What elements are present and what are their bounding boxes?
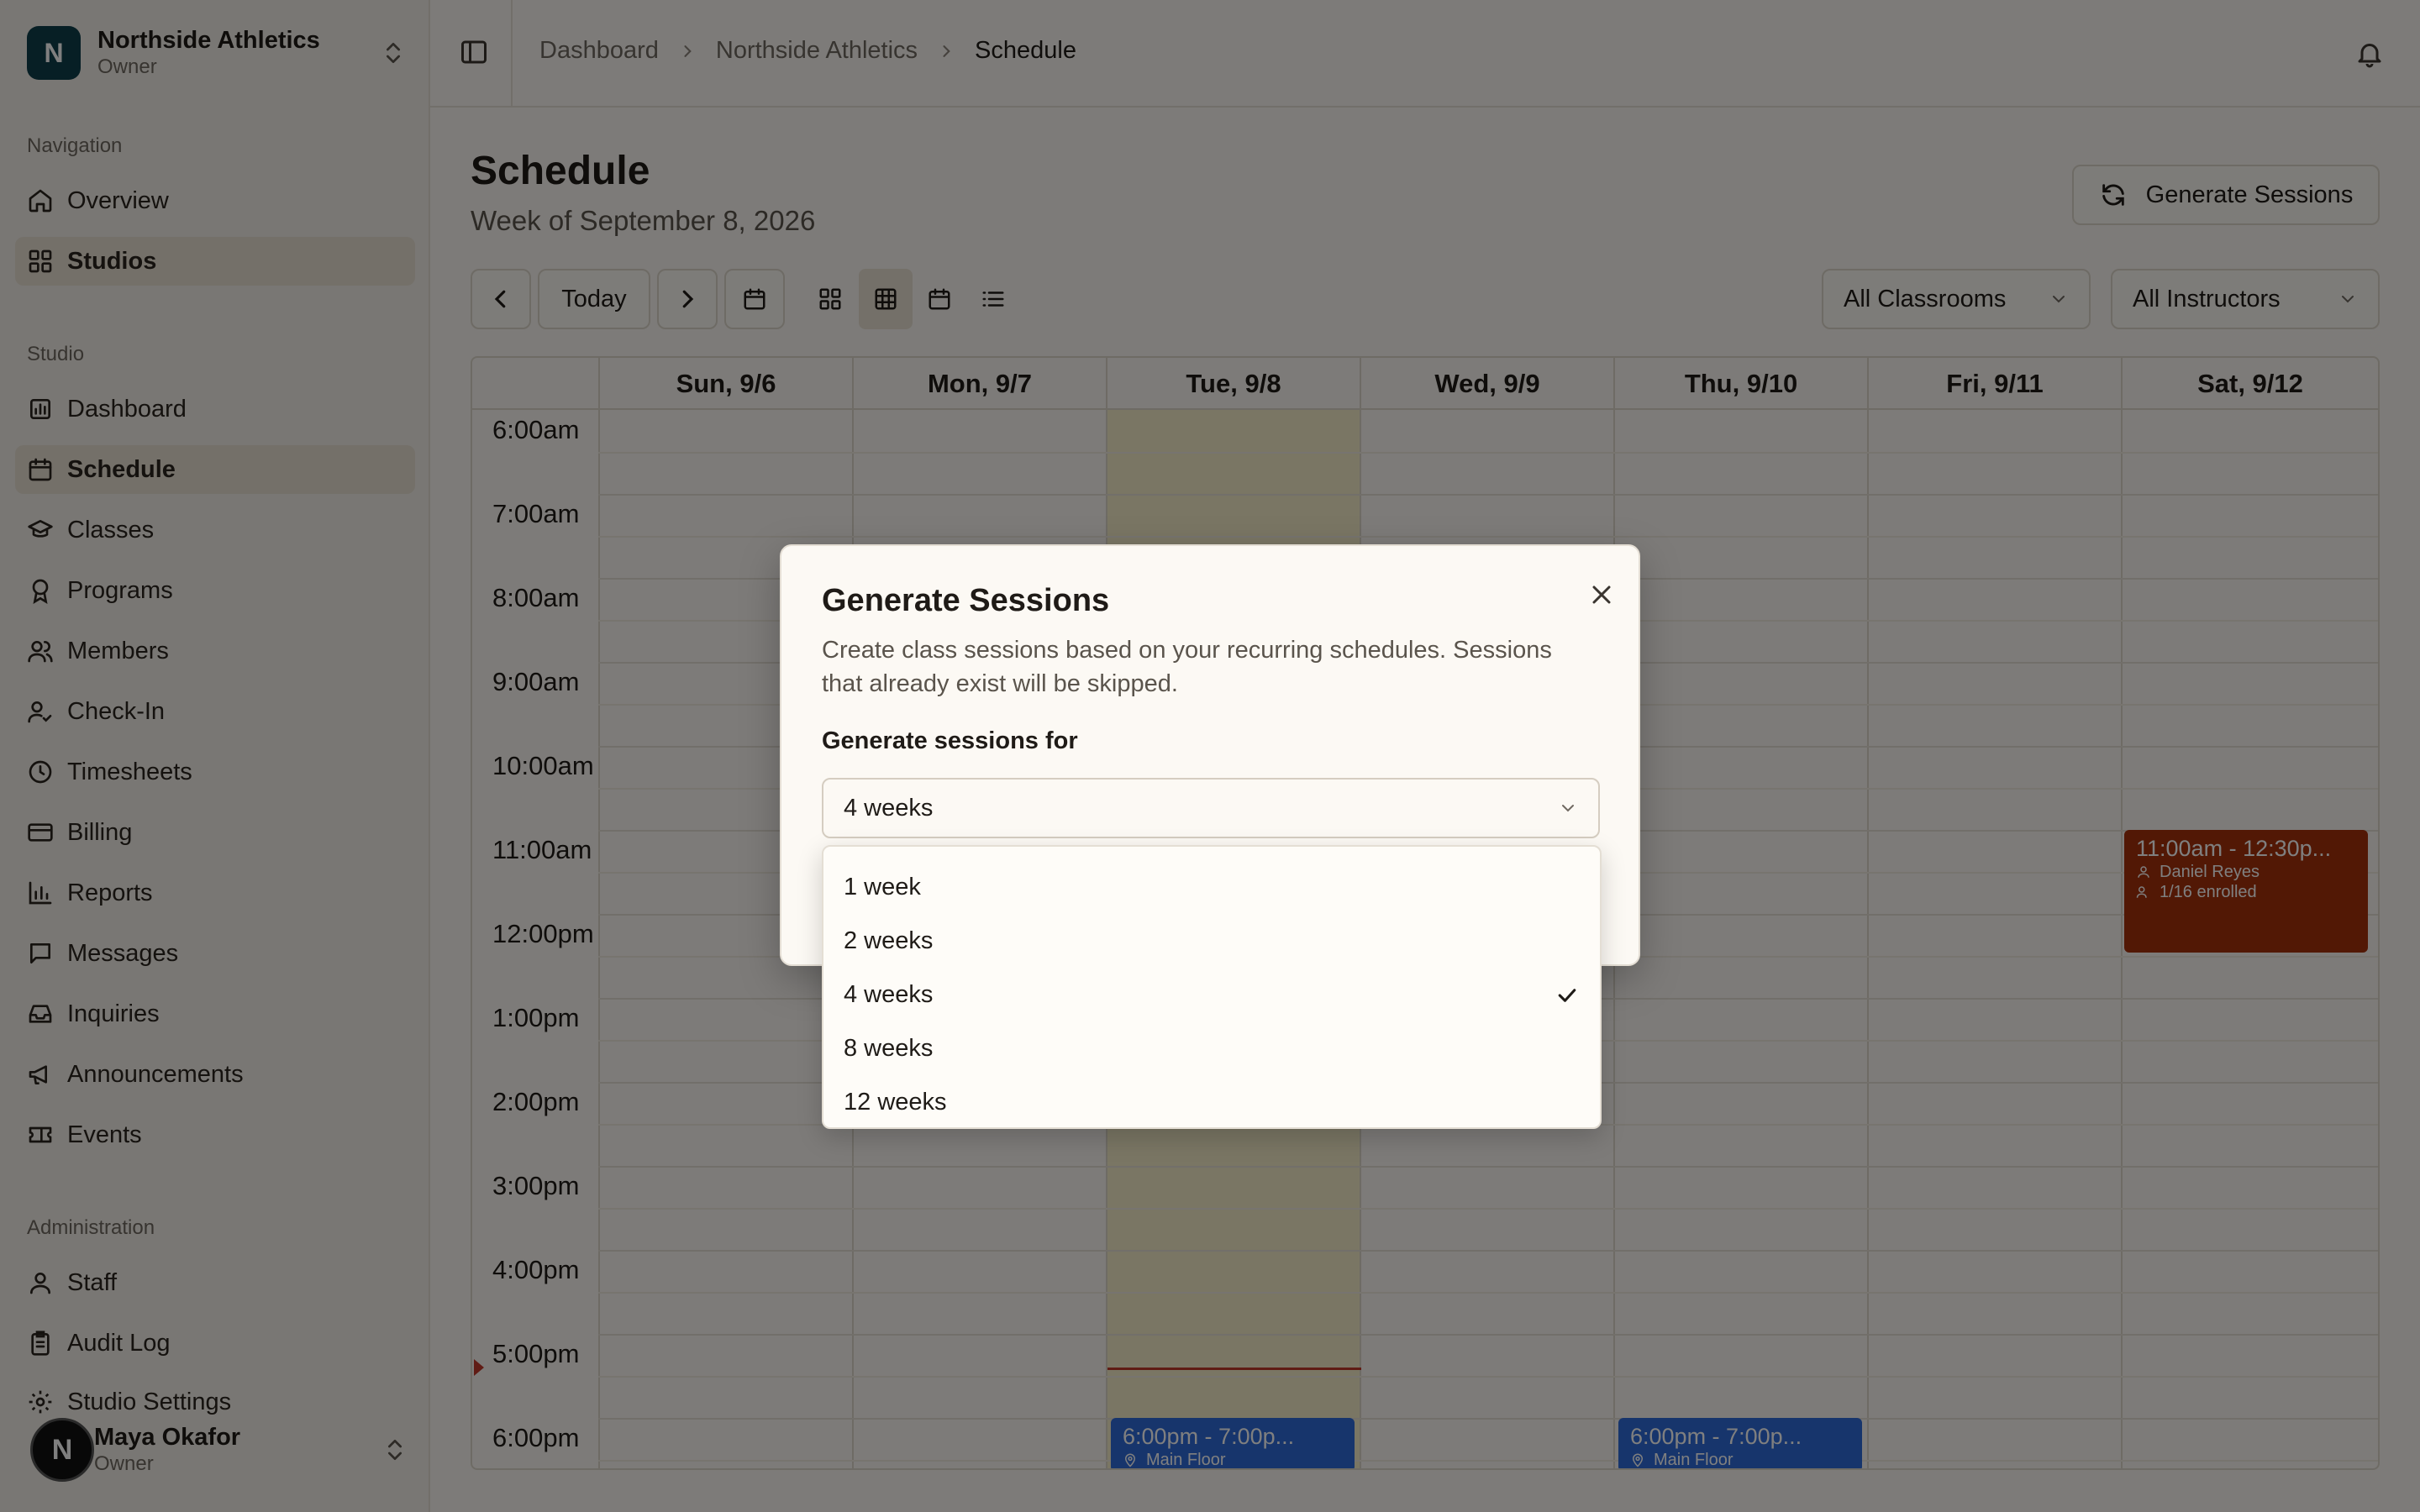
close-icon[interactable] [1586,580,1617,610]
option-2-weeks[interactable]: 2 weeks [823,914,1600,968]
option-1-week[interactable]: 1 week [823,860,1600,914]
app-root: N Northside Athletics Owner Navigation O… [0,0,2420,1512]
duration-select[interactable]: 4 weeks [822,778,1600,838]
duration-field-label: Generate sessions for [822,727,1078,754]
duration-options-list: 1 week 2 weeks 4 weeks 8 weeks 12 weeks [822,845,1602,1129]
option-label: 12 weeks [844,1088,947,1116]
option-label: 4 weeks [844,980,934,1008]
dialog-title: Generate Sessions [822,583,1110,618]
check-icon [1558,989,1576,1002]
option-label: 8 weeks [844,1034,934,1062]
option-label: 2 weeks [844,927,934,954]
option-8-weeks[interactable]: 8 weeks [823,1021,1600,1075]
option-label: 1 week [844,873,921,900]
duration-select-value: 4 weeks [844,794,934,822]
chevron-down-icon [1562,805,1574,812]
dialog-description: Create class sessions based on your recu… [822,637,1552,697]
option-12-weeks[interactable]: 12 weeks [823,1075,1600,1129]
option-4-weeks[interactable]: 4 weeks [823,968,1600,1021]
